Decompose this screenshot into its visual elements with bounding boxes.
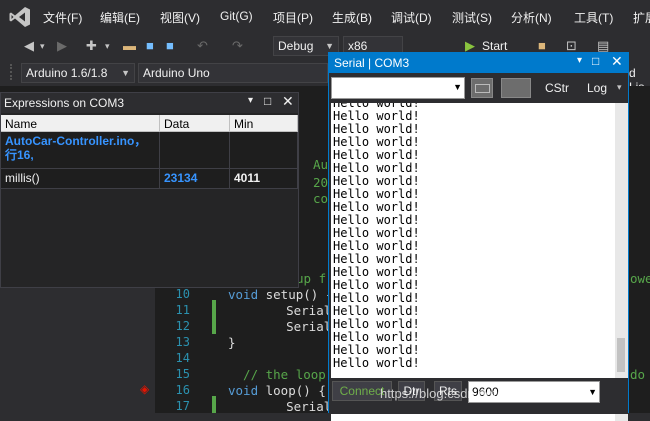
start-button[interactable]: Start bbox=[482, 39, 507, 53]
chevron-down-icon[interactable]: ▼ bbox=[588, 382, 597, 402]
code-fragment: up f bbox=[296, 271, 327, 286]
panel-menu-icon[interactable]: ▾ bbox=[248, 95, 253, 106]
save-all-icon[interactable]: ■ bbox=[166, 38, 174, 54]
cstr-button[interactable]: CStr bbox=[545, 81, 569, 95]
line-number: 10 bbox=[175, 287, 190, 301]
watermark: https://blog.csdn.net/qq_25662827 bbox=[380, 386, 580, 401]
change-marker bbox=[212, 396, 216, 413]
code-fragment: owe bbox=[630, 271, 650, 286]
menu-item[interactable]: 测试(S) bbox=[452, 9, 492, 26]
chevron-down-icon[interactable]: ▾ bbox=[617, 82, 622, 93]
dropdown-icon[interactable]: ▾ bbox=[105, 38, 110, 54]
new-project-icon[interactable]: ✚ bbox=[86, 38, 97, 54]
line-number: 14 bbox=[175, 351, 190, 365]
expression-name-cell[interactable]: millis() bbox=[1, 169, 160, 189]
code-line: void loop() { bbox=[228, 383, 326, 398]
redo-icon[interactable]: ↷ bbox=[232, 38, 243, 54]
expression-data-cell: 23134 bbox=[160, 169, 230, 189]
open-folder-icon[interactable]: ▬ bbox=[123, 38, 136, 54]
close-icon[interactable]: ✕ bbox=[282, 93, 294, 110]
serial-output[interactable]: Hello world! Hello world! Hello world! Hell… bbox=[331, 103, 615, 421]
board-value: Arduino Uno bbox=[143, 66, 210, 80]
serial-monitor-window: Serial | COM3 ▾ □ ✕ ▼ CStr Log ▾ Hello w… bbox=[328, 52, 629, 421]
toolbar-grip[interactable] bbox=[10, 64, 15, 80]
breakpoint-icon[interactable]: ◈ bbox=[140, 382, 149, 396]
board-select[interactable]: Arduino Uno bbox=[138, 63, 328, 83]
code-fragment: Au bbox=[313, 157, 329, 172]
send-icon[interactable] bbox=[471, 78, 493, 98]
send-input[interactable]: ▼ bbox=[331, 77, 465, 99]
menu-item[interactable]: 生成(B) bbox=[332, 9, 372, 26]
maximize-icon[interactable]: □ bbox=[264, 94, 271, 108]
panel-menu-icon[interactable]: ▾ bbox=[577, 55, 582, 66]
expression-min-cell bbox=[230, 132, 298, 169]
change-marker bbox=[212, 300, 216, 334]
clear-icon[interactable] bbox=[501, 78, 531, 98]
expressions-title: Expressions on COM3 bbox=[4, 96, 125, 110]
code-fragment: do bbox=[630, 367, 646, 382]
dropdown-icon[interactable]: ▾ bbox=[40, 38, 45, 54]
line-number: 13 bbox=[175, 335, 190, 349]
chevron-down-icon[interactable]: ▼ bbox=[453, 82, 462, 92]
serial-scrollbar[interactable] bbox=[615, 103, 628, 421]
code-fragment: 20 bbox=[313, 175, 329, 190]
arduino-version-value: Arduino 1.6/1.8 bbox=[26, 66, 108, 80]
close-icon[interactable]: ✕ bbox=[611, 53, 623, 70]
solution-config-value: Debug bbox=[278, 39, 314, 53]
serial-toolbar: ▼ CStr Log ▾ bbox=[329, 73, 628, 103]
menu-item[interactable]: 编辑(E) bbox=[100, 9, 140, 26]
code-fragment: co bbox=[313, 191, 329, 206]
log-button[interactable]: Log bbox=[587, 81, 607, 95]
column-header-min[interactable]: Min bbox=[230, 115, 298, 132]
line-number: 15 bbox=[175, 367, 190, 381]
scrollbar-thumb[interactable] bbox=[617, 338, 625, 372]
code-line: } bbox=[228, 335, 236, 350]
line-number: 11 bbox=[175, 303, 190, 317]
menu-bar bbox=[0, 0, 650, 33]
line-number: 16 bbox=[175, 383, 190, 397]
serial-output-line: Hello world! bbox=[333, 356, 420, 370]
back-icon[interactable]: ◀ bbox=[24, 38, 34, 54]
column-header-data[interactable]: Data bbox=[160, 115, 230, 132]
indicator-margin bbox=[0, 288, 155, 413]
expression-name-cell[interactable]: AutoCar-Controller.ino，行16, bbox=[1, 132, 160, 169]
menu-item[interactable]: 分析(N) bbox=[511, 9, 552, 26]
expressions-panel: Expressions on COM3 ▾ □ ✕ Name Data Min … bbox=[0, 92, 299, 288]
arduino-version-select[interactable]: Arduino 1.6/1.8 ▼ bbox=[21, 63, 135, 83]
maximize-icon[interactable]: □ bbox=[592, 54, 599, 68]
expression-data-cell bbox=[160, 132, 230, 169]
chevron-down-icon: ▼ bbox=[121, 68, 130, 78]
menu-item[interactable]: 工具(T) bbox=[574, 9, 613, 26]
undo-icon[interactable]: ↶ bbox=[197, 38, 208, 54]
menu-item[interactable]: Git(G) bbox=[220, 9, 253, 23]
visual-studio-logo-icon[interactable] bbox=[9, 6, 31, 28]
line-number: 12 bbox=[175, 319, 190, 333]
serial-title-bar[interactable]: Serial | COM3 ▾ □ ✕ bbox=[329, 53, 628, 73]
menu-item[interactable]: 调试(D) bbox=[391, 9, 432, 26]
column-header-name[interactable]: Name bbox=[1, 115, 160, 132]
menu-item[interactable]: 扩展 bbox=[633, 9, 650, 26]
menu-item[interactable]: 项目(P) bbox=[273, 9, 313, 26]
save-icon[interactable]: ■ bbox=[146, 38, 154, 54]
expression-min-cell: 4011 bbox=[230, 169, 298, 189]
code-line: void setup() { bbox=[228, 287, 334, 302]
line-number: 17 bbox=[175, 399, 190, 413]
expressions-header: Expressions on COM3 ▾ □ ✕ bbox=[1, 93, 298, 113]
menu-item[interactable]: 文件(F) bbox=[43, 9, 82, 26]
platform-value: x86 bbox=[348, 39, 368, 53]
menu-item[interactable]: 视图(V) bbox=[160, 9, 200, 26]
serial-title: Serial | COM3 bbox=[334, 56, 410, 70]
forward-icon[interactable]: ▶ bbox=[57, 38, 67, 54]
